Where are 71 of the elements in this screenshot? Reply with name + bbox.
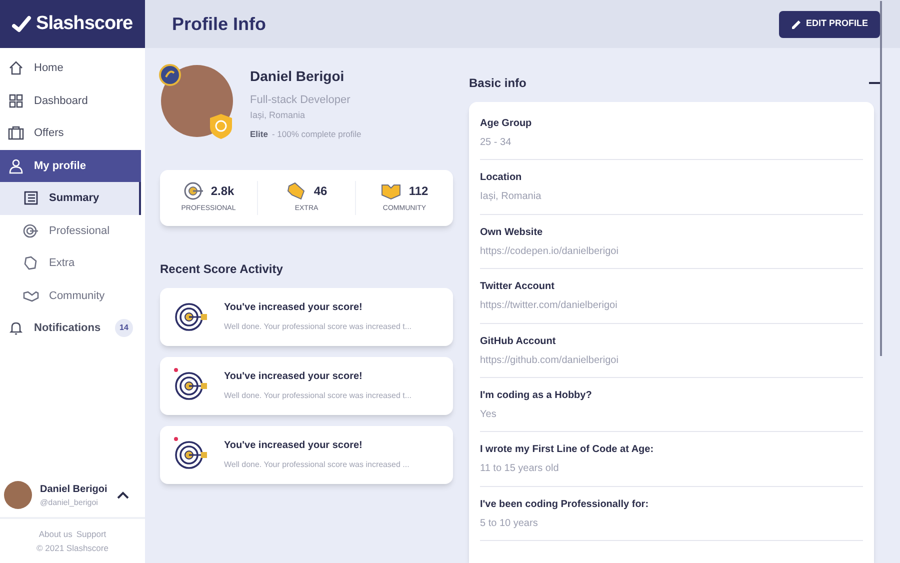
list-icon (23, 190, 39, 206)
field-value: Yes (480, 408, 498, 422)
bell-icon (8, 320, 24, 336)
edit-profile-button[interactable]: EDIT PROFILE (778, 10, 880, 38)
activity-text: Well done. Your professional score was increased t... (224, 390, 412, 402)
notification-count: 14 (115, 319, 133, 338)
tier-label: Elite (250, 128, 268, 141)
target-icon (23, 222, 39, 239)
scrollbar[interactable] (880, 1, 882, 356)
sidebar-item[interactable]: Home (0, 52, 145, 84)
activity-card[interactable]: You've increased your score! Well done. Your professional score was increased ... (160, 426, 453, 484)
sidebar-item[interactable]: Offers (0, 117, 145, 150)
profile-name: Daniel Berigoi (250, 67, 346, 86)
avatar-photo-placeholder (4, 481, 32, 509)
target-icon (174, 302, 210, 332)
field-label: I wrote my First Line of Code at Age: (480, 443, 655, 458)
activity-title: You've increased your score! (224, 370, 364, 384)
page-title: Profile Info (172, 12, 266, 36)
home-icon (8, 60, 24, 76)
score-value: 2.8k (210, 183, 234, 200)
section-title: Basic info (469, 75, 526, 92)
sidebar-item[interactable]: Summary (0, 182, 141, 214)
activity-title: You've increased your score! (224, 301, 364, 316)
activity-title: You've increased your score! (224, 439, 364, 454)
field-value: https://twitter.com/danielberigoi (480, 299, 618, 314)
collapse-chevron-button[interactable] (117, 491, 129, 499)
round-badge-icon (159, 64, 181, 86)
field-value: 11 to 15 years old (480, 462, 560, 476)
target-icon (174, 440, 210, 470)
checkmark-logo-icon (12, 15, 32, 33)
field-label: Location (480, 171, 523, 186)
target-icon (174, 370, 210, 401)
user-handle: @daniel_berigoi (40, 496, 99, 508)
field-value: https://codepen.io/danielberigoi (480, 244, 620, 259)
shield-badge-icon (209, 113, 233, 140)
field-value: https://github.com/danielberigoi (480, 354, 620, 368)
field-value: 25 - 34 (480, 136, 512, 150)
field-label: I've been coding Professionally for: (480, 498, 650, 512)
field-label: GitHub Account (480, 334, 557, 349)
section-title: Recent Score Activity (160, 260, 284, 278)
activity-card[interactable]: You've increased your score! Well done. Your professional score was increased t... (160, 356, 453, 415)
score-value: 112 (408, 183, 428, 200)
grid-icon (8, 92, 24, 109)
sidebar-item[interactable]: Notifications 14 (0, 312, 145, 344)
field-label: Age Group (480, 117, 533, 131)
sidebar-item[interactable]: Extra (0, 247, 145, 280)
brand-name: Slashscore (36, 12, 133, 36)
field-label: Twitter Account (480, 280, 556, 294)
person-icon (8, 158, 24, 174)
activity-card[interactable]: You've increased your score! Well done. Your professional score was increased t... (160, 288, 453, 346)
sidebar-item[interactable]: Community (0, 280, 145, 312)
user-name: Daniel Berigoi (40, 482, 108, 496)
minus-icon (869, 82, 881, 84)
activity-text: Well done. Your professional score was increased t... (224, 321, 412, 334)
sidebar-item[interactable]: Dashboard (0, 84, 145, 117)
field-label: Own Website (480, 226, 544, 240)
sidebar-item[interactable]: My profile (0, 150, 141, 182)
activity-text: Well done. Your professional score was increased ... (224, 459, 410, 472)
profile-role: Full-stack Developer (250, 93, 352, 108)
copyright-text: © 2021 Slashscore (36, 542, 108, 555)
profile-completion: - 100% complete profile (272, 128, 362, 141)
field-value: Iași, Romania (480, 190, 542, 204)
sidebar-item[interactable]: Professional (0, 214, 145, 247)
briefcase-icon (8, 125, 24, 142)
target-icon (182, 181, 205, 201)
score-value: 46 (314, 183, 328, 200)
field-label: I'm coding as a Hobby? (480, 388, 593, 403)
profile-location: Iași, Romania (250, 108, 306, 122)
chevron-up-icon (117, 491, 129, 499)
field-value: 5 to 10 years (480, 516, 539, 531)
pencil-icon (790, 18, 802, 30)
